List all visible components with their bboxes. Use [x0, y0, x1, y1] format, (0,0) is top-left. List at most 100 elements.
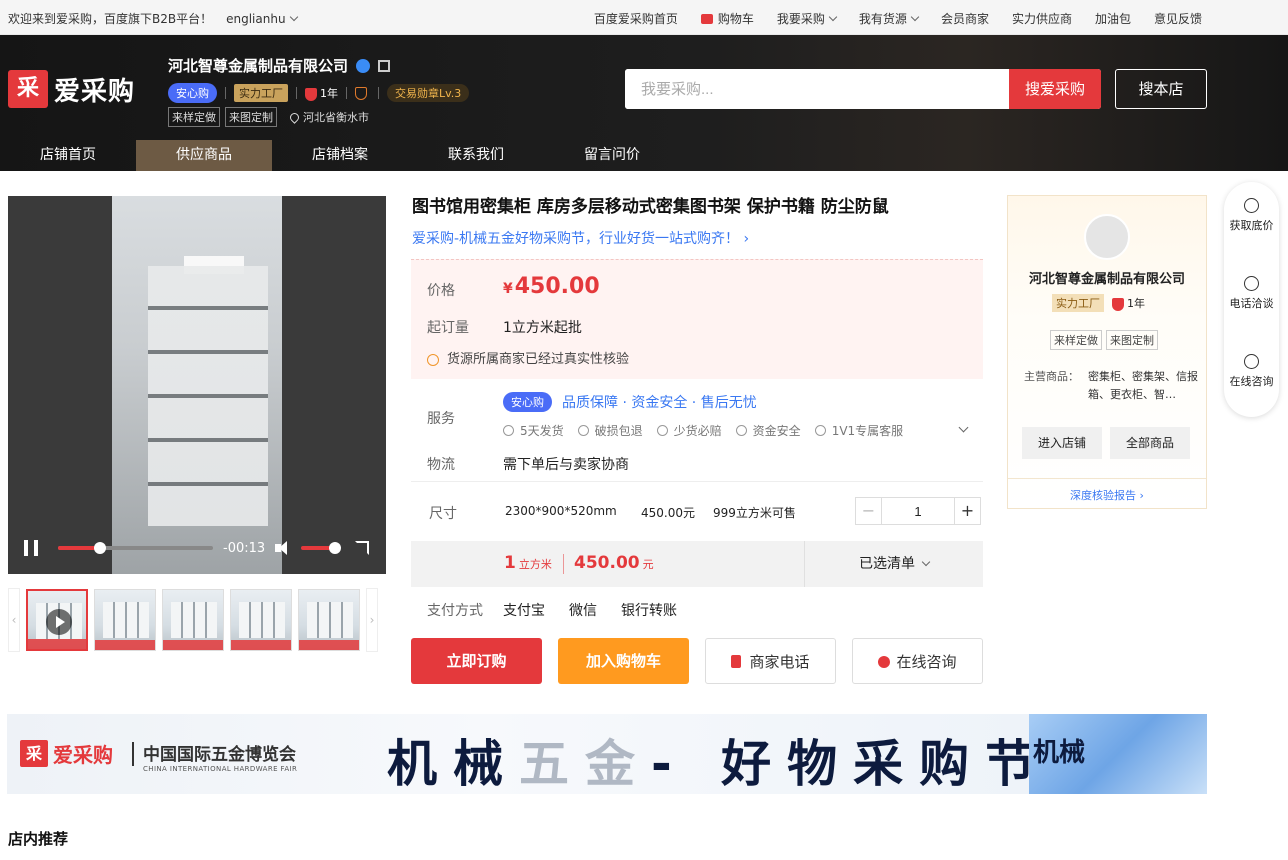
- pause-icon[interactable]: [24, 540, 38, 556]
- shop-tag: 来图定制: [1106, 330, 1158, 350]
- float-item-label: 电话洽谈: [1229, 297, 1274, 310]
- top-link[interactable]: 我有货源: [859, 10, 920, 27]
- factory-badge: 实力工厂: [1052, 294, 1104, 312]
- service-guarantee-text[interactable]: 品质保障 · 资金安全 · 售后无忧: [562, 392, 757, 412]
- shop-card-name[interactable]: 河北智尊金属制品有限公司: [1008, 268, 1206, 287]
- service-guarantee: 安心购 品质保障 · 资金安全 · 售后无忧: [503, 392, 757, 412]
- shop-tag: 来图定制: [225, 107, 277, 127]
- top-link-label: 加油包: [1094, 12, 1131, 26]
- size-spec: 2300*900*520mm: [505, 504, 617, 518]
- yuan-icon: [1244, 198, 1259, 213]
- volume-knob[interactable]: [329, 542, 342, 554]
- shop-badges: 安心购 实力工厂 1年 交易勋章Lv.3: [168, 83, 470, 103]
- verification-report-link[interactable]: 深度核验报告 ›: [1008, 478, 1206, 503]
- search-input[interactable]: [625, 69, 1009, 109]
- enter-shop-button[interactable]: 进入店铺: [1022, 427, 1102, 459]
- main-products-label: 主营商品：: [1024, 370, 1079, 383]
- service-item: 5天发货: [503, 422, 564, 439]
- thumbnail[interactable]: [230, 589, 292, 651]
- nav-item[interactable]: 留言问价: [544, 140, 680, 171]
- chevron-down-icon: [910, 12, 920, 22]
- all-products-button[interactable]: 全部商品: [1110, 427, 1190, 459]
- promo-banner[interactable]: 采 爱采购 中国国际五金博览会 CHINA INTERNATIONAL HARD…: [7, 714, 1207, 794]
- decrease-button[interactable]: −: [856, 498, 882, 524]
- phone-talk-button[interactable]: 电话洽谈: [1224, 276, 1279, 311]
- search-store-button[interactable]: 搜本店: [1115, 69, 1207, 109]
- user-menu[interactable]: englianhu: [226, 11, 298, 26]
- merchant-phone-button[interactable]: 商家电话: [705, 638, 836, 684]
- nav-item[interactable]: 店铺档案: [272, 140, 408, 171]
- top-link[interactable]: 意见反馈: [1154, 10, 1202, 27]
- floating-contact-bar: 获取底价 电话洽谈 在线咨询: [1224, 182, 1279, 417]
- nav-item[interactable]: 供应商品: [136, 140, 272, 171]
- top-link-label: 百度爱采购首页: [593, 12, 678, 26]
- fullscreen-icon[interactable]: [355, 541, 370, 555]
- promo-link[interactable]: 爱采购-机械五金好物采购节，行业好货一站式购齐！ ›: [412, 228, 749, 248]
- nav-item[interactable]: 联系我们: [408, 140, 544, 171]
- thumb-next-button[interactable]: ›: [366, 588, 378, 652]
- user-name: englianhu: [226, 11, 286, 26]
- volume-slider[interactable]: [301, 542, 342, 554]
- shop-card: 河北智尊金属制品有限公司 实力工厂 1年 来样定做 来图定制 主营商品： 密集柜…: [1007, 195, 1207, 509]
- top-link[interactable]: 我要采购: [776, 10, 838, 27]
- search-platform-button[interactable]: 搜爱采购: [1009, 69, 1101, 109]
- shop-avatar[interactable]: [1084, 214, 1130, 260]
- service-item: 少货必赔: [657, 422, 722, 439]
- online-chat-label: 在线咨询: [896, 653, 957, 671]
- shield-outline-icon: [355, 86, 367, 100]
- top-link[interactable]: 购物车: [700, 10, 754, 27]
- summary-quantity: 1 立方米: [504, 553, 552, 573]
- qrcode-icon[interactable]: [378, 59, 391, 72]
- thumbnail[interactable]: [162, 589, 224, 651]
- top-link[interactable]: 百度爱采购首页: [594, 10, 678, 27]
- divider: [346, 87, 347, 99]
- chat-icon[interactable]: [356, 58, 371, 73]
- buy-now-button[interactable]: 立即订购: [411, 638, 542, 684]
- order-summary: 1 立方米 450.00 元 已选清单: [411, 541, 983, 587]
- volume-icon[interactable]: [275, 541, 291, 555]
- thumbnail-video[interactable]: [26, 589, 88, 651]
- thumbnail[interactable]: [298, 589, 360, 651]
- verified-text: 货源所属商家已经过真实性核验: [447, 352, 630, 367]
- welcome-text: 欢迎来到爱采购，百度旗下B2B平台！: [8, 12, 213, 26]
- add-to-cart-button[interactable]: 加入购物车: [558, 638, 689, 684]
- thumbnail[interactable]: [94, 589, 156, 651]
- location-pin-icon: [288, 110, 301, 124]
- video-time: -00:13: [223, 540, 266, 556]
- banner-logo: 采 爱采购: [20, 739, 113, 768]
- video-shelf: [148, 266, 268, 526]
- float-item-label: 获取底价: [1229, 219, 1274, 232]
- get-lowest-price-button[interactable]: 获取底价: [1224, 198, 1279, 233]
- chevron-down-icon: [289, 12, 298, 21]
- shop-nav: 店铺首页 供应商品 店铺档案 联系我们 留言问价: [0, 140, 1288, 171]
- increase-button[interactable]: +: [954, 498, 980, 524]
- merchant-phone-label: 商家电话: [749, 653, 810, 671]
- shop-name-text[interactable]: 河北智尊金属制品有限公司: [168, 55, 348, 76]
- online-consult-button[interactable]: 在线咨询: [1224, 354, 1279, 389]
- chevron-down-icon[interactable]: [958, 422, 969, 433]
- video-progress[interactable]: [58, 542, 213, 554]
- year-text: 1年: [320, 87, 338, 100]
- top-link[interactable]: 实力供应商: [1012, 10, 1072, 27]
- quantity-input[interactable]: [882, 498, 954, 524]
- thumb-prev-button[interactable]: ‹: [8, 588, 20, 652]
- main-products-value: 密集柜、密集架、信报箱、更衣柜、智…: [1088, 370, 1198, 401]
- top-link[interactable]: 会员商家: [941, 10, 989, 27]
- payment-wechat: 微信: [569, 603, 597, 619]
- online-chat-button[interactable]: 在线咨询: [852, 638, 983, 684]
- fair-name-en: CHINA INTERNATIONAL HARDWARE FAIR: [143, 765, 298, 773]
- size-price: 450.00元: [641, 506, 695, 520]
- banner-slogan: 机械五金- 好物采购节: [387, 724, 1051, 794]
- video-progress-knob[interactable]: [93, 542, 106, 554]
- nav-item[interactable]: 店铺首页: [0, 140, 136, 171]
- top-link-label: 我要采购: [776, 12, 825, 26]
- site-logo[interactable]: 采 爱采购: [8, 70, 135, 108]
- top-link[interactable]: 加油包: [1095, 10, 1131, 27]
- product-video[interactable]: -00:13: [8, 196, 386, 574]
- selected-list-button[interactable]: 已选清单: [804, 541, 983, 587]
- logistics-value: 需下单后与卖家协商: [503, 457, 629, 473]
- promo-text: 爱采购-机械五金好物采购节，行业好货一站式购齐！: [412, 231, 740, 247]
- phone-icon: [1244, 276, 1259, 291]
- recommend-heading: 店内推荐: [8, 830, 69, 848]
- shop-card-tags: 来样定做 来图定制: [1050, 330, 1158, 350]
